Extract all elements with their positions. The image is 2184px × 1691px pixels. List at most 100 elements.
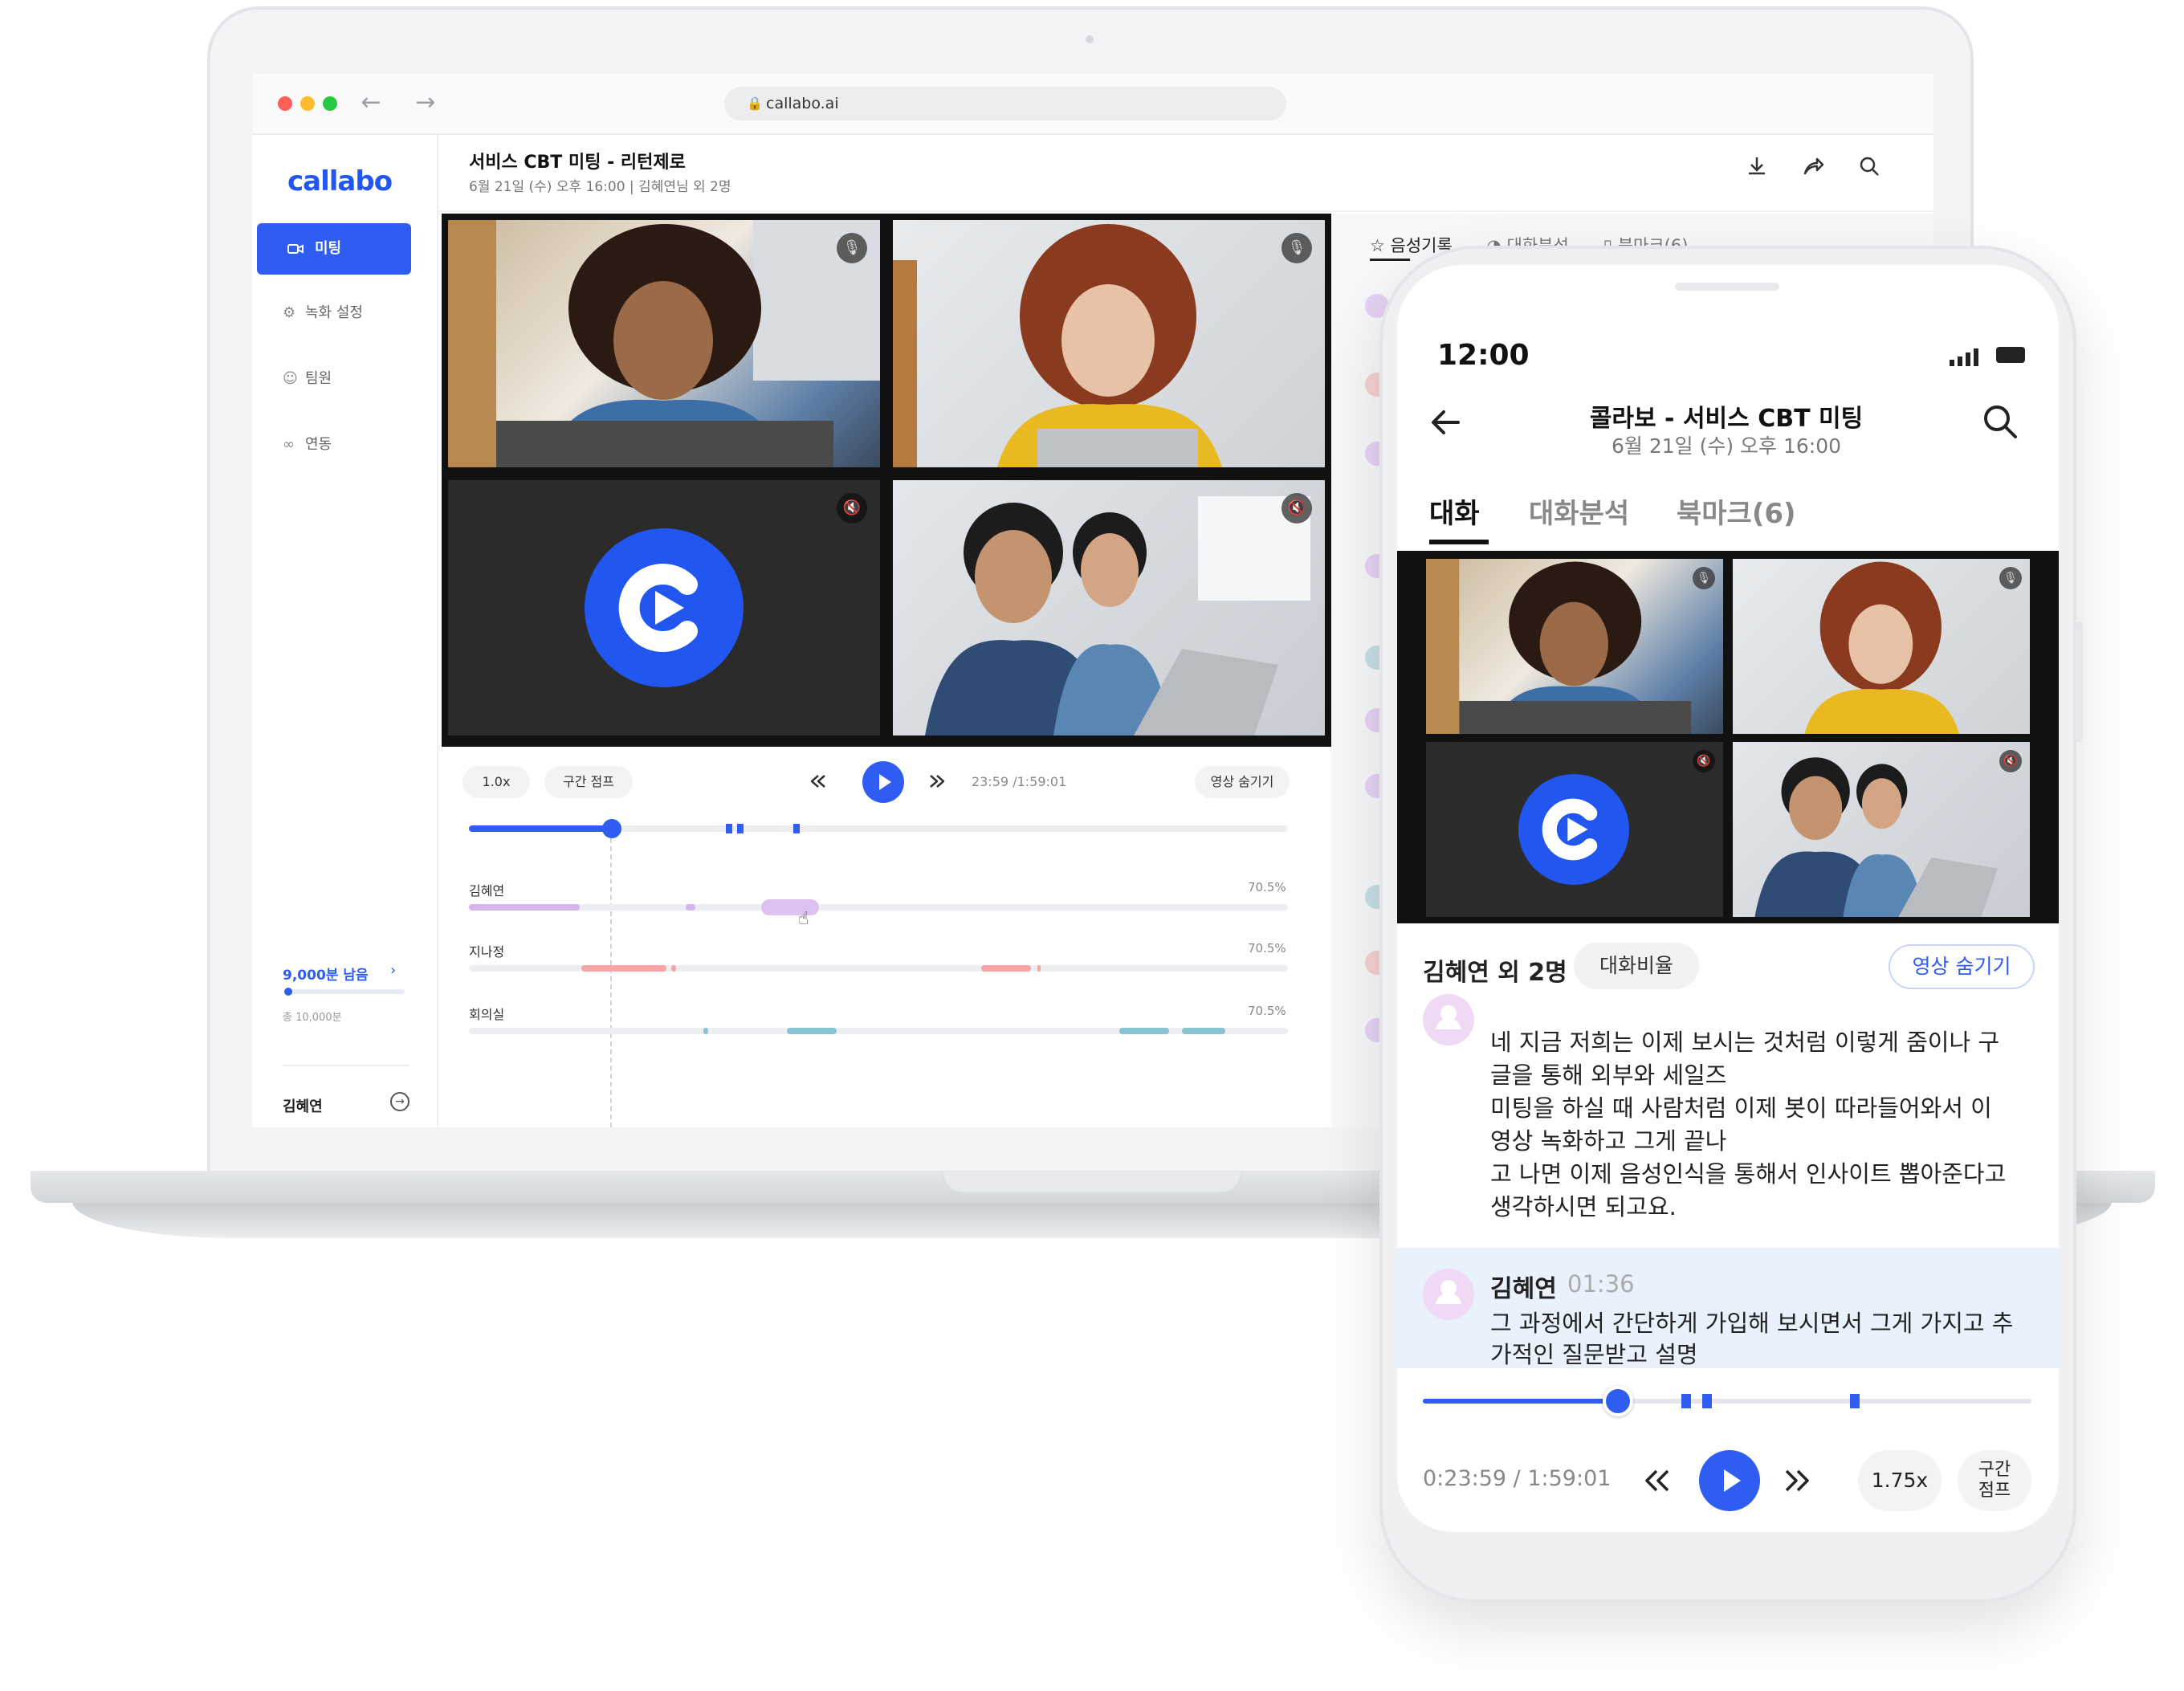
chevron-right-icon[interactable]: › xyxy=(390,962,396,979)
scrubber-knob[interactable] xyxy=(602,819,621,838)
speaker-name: 지나정 xyxy=(469,944,505,960)
tab-bookmarks[interactable]: 북마크(6) xyxy=(1677,491,1796,531)
speech-segment[interactable] xyxy=(686,904,695,911)
search-icon[interactable] xyxy=(1980,401,2020,445)
talk-ratio-button[interactable]: 대화비율 xyxy=(1574,943,1699,989)
back-arrow-icon[interactable]: ← xyxy=(355,87,387,119)
speech-segment[interactable] xyxy=(981,965,1031,972)
sidebar-item-members[interactable]: ☺ 팀원 xyxy=(283,363,332,395)
mic-icon: 🎙 xyxy=(837,233,867,263)
speaker-track[interactable] xyxy=(469,904,1288,911)
speech-segment[interactable] xyxy=(1119,1028,1169,1034)
lock-icon: 🔒 xyxy=(747,96,763,111)
play-button[interactable] xyxy=(862,761,904,803)
playback-speed-button[interactable]: 1.0x xyxy=(462,766,530,798)
phone-video-grid: 🎙 🎙 🔇 🔇 xyxy=(1397,551,2059,923)
speech-segment[interactable] xyxy=(671,965,676,972)
sidebar-item-label: 연동 xyxy=(305,436,332,453)
video-grid: 🎙 🎙 🔇 🔇 xyxy=(442,214,1331,747)
bookmark-marker[interactable] xyxy=(737,824,744,833)
participant-video-tile[interactable]: 🔇 xyxy=(1733,742,2030,917)
fast-forward-icon[interactable] xyxy=(1781,1466,1813,1498)
back-arrow-icon[interactable] xyxy=(1428,405,1463,449)
speaker-name: 회의실 xyxy=(469,1007,505,1022)
share-icon[interactable] xyxy=(1797,154,1829,186)
playback-speed-button[interactable]: 1.75x xyxy=(1858,1450,1942,1511)
address-bar[interactable]: 🔒 callabo.ai xyxy=(724,87,1286,120)
hide-video-button[interactable]: 영상 숨기기 xyxy=(1195,766,1290,798)
rewind-icon[interactable] xyxy=(808,771,829,797)
phone-speaker xyxy=(1675,283,1779,291)
callabo-bot-tile[interactable]: 🔇 xyxy=(448,480,880,735)
participant-video-tile[interactable]: 🔇 xyxy=(893,480,1325,735)
close-window-button[interactable] xyxy=(278,96,292,111)
section-jump-button[interactable]: 구간 점프 xyxy=(1958,1450,2031,1511)
transcript-line: 글을 통해 외부와 세일즈 xyxy=(1490,1061,1727,1089)
speech-segment[interactable] xyxy=(1182,1028,1225,1034)
message-timestamp[interactable]: 01:36 xyxy=(1567,1270,1635,1298)
section-jump-button[interactable]: 구간 점프 xyxy=(544,766,633,798)
participant-video-tile[interactable]: 🎙 xyxy=(1426,559,1723,734)
tab-active-underline xyxy=(1429,540,1489,544)
minutes-remaining[interactable]: 9,000분 남음 xyxy=(283,964,369,984)
participant-photo xyxy=(1754,757,1999,917)
speech-segment[interactable] xyxy=(703,1028,708,1034)
download-icon[interactable] xyxy=(1741,154,1773,186)
participant-photo xyxy=(448,220,880,467)
section-jump-label-2: 점프 xyxy=(1978,1481,2011,1501)
callabo-logo[interactable]: callabo xyxy=(287,165,393,198)
sidebar-item-meeting[interactable]: 미팅 xyxy=(257,223,411,275)
header-divider xyxy=(438,210,1933,212)
sidebar-item-recording-settings[interactable]: ⚙ 녹화 설정 xyxy=(283,297,363,329)
mic-muted-icon: 🔇 xyxy=(837,493,867,524)
laptop-camera xyxy=(1086,35,1094,43)
battery-icon xyxy=(1996,347,2025,363)
laptop-notch xyxy=(941,1171,1243,1193)
mic-muted-icon: 🔇 xyxy=(1281,493,1312,524)
rewind-icon[interactable] xyxy=(1641,1466,1673,1498)
speech-segment[interactable] xyxy=(581,965,666,972)
link-icon: ∞ xyxy=(283,436,295,453)
speech-segment[interactable] xyxy=(1037,965,1041,972)
scrubber-knob[interactable] xyxy=(1603,1386,1633,1416)
mic-muted-icon: 🔇 xyxy=(1999,750,2022,772)
minimize-window-button[interactable] xyxy=(300,96,315,111)
bookmark-marker[interactable] xyxy=(1681,1394,1691,1408)
search-icon[interactable] xyxy=(1853,154,1885,186)
bookmark-marker[interactable] xyxy=(1702,1394,1712,1408)
bookmark-marker[interactable] xyxy=(726,824,732,833)
gear-icon: ⚙ xyxy=(283,304,296,321)
tab-conversation[interactable]: 대화 xyxy=(1429,491,1480,531)
forward-arrow-icon[interactable]: → xyxy=(410,87,442,119)
fast-forward-icon[interactable] xyxy=(927,771,947,797)
tab-active-underline xyxy=(1370,259,1410,261)
bookmark-marker[interactable] xyxy=(1850,1394,1860,1408)
transcript-line: 미팅을 하실 때 사람처럼 이제 봇이 따라들어와서 이 xyxy=(1490,1094,1992,1122)
mic-icon: 🎙 xyxy=(1999,567,2022,589)
speech-segment[interactable] xyxy=(469,904,580,911)
minutes-usage-bar xyxy=(284,989,405,994)
bookmark-marker[interactable] xyxy=(793,824,800,833)
speech-segment[interactable] xyxy=(787,1028,837,1034)
participant-video-tile[interactable]: 🎙 xyxy=(893,220,1325,467)
speaker-percent: 70.5% xyxy=(1248,941,1286,956)
logout-icon[interactable]: → xyxy=(390,1092,410,1111)
callabo-bot-logo xyxy=(1518,774,1629,885)
tab-analysis[interactable]: 대화분석 xyxy=(1529,491,1629,531)
playhead-line xyxy=(610,838,612,1127)
sidebar-item-integration[interactable]: ∞ 연동 xyxy=(283,429,332,461)
hide-video-button[interactable]: 영상 숨기기 xyxy=(1889,944,2035,989)
transcript-line: 그 과정에서 간단하게 가입해 보시면서 그게 가지고 추 xyxy=(1490,1310,2014,1337)
sparkle-icon: ☆ xyxy=(1370,236,1385,255)
participant-video-tile[interactable]: 🎙 xyxy=(1733,559,2030,734)
speech-segment-hover[interactable] xyxy=(761,899,819,915)
play-button[interactable] xyxy=(1699,1450,1760,1511)
callabo-bot-tile[interactable]: 🔇 xyxy=(1426,742,1723,917)
sidebar-item-label: 팀원 xyxy=(305,370,332,387)
browser-toolbar: ← → 🔒 callabo.ai xyxy=(252,74,1933,135)
playback-time: 0:23:59 / 1:59:01 xyxy=(1423,1466,1612,1491)
maximize-window-button[interactable] xyxy=(323,96,337,111)
participants-label: 김혜연 외 2명 xyxy=(1423,959,1567,987)
play-icon xyxy=(879,774,891,790)
participant-video-tile[interactable]: 🎙 xyxy=(448,220,880,467)
